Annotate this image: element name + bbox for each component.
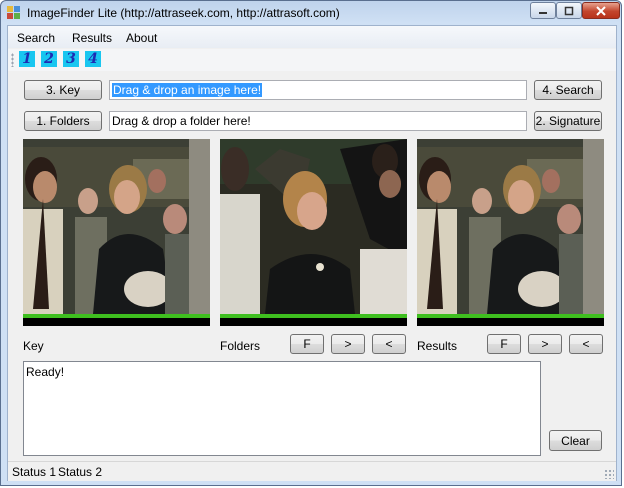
- key-label: Key: [23, 339, 44, 353]
- search-button[interactable]: 4. Search: [534, 80, 602, 100]
- status-1: Status 1: [12, 465, 57, 479]
- key-image-field[interactable]: Drag & drop an image here!: [109, 80, 527, 100]
- toolbar-button-1[interactable]: 1: [19, 51, 35, 67]
- window-title: ImageFinder Lite (http://attraseek.com, …: [27, 6, 340, 20]
- menu-search[interactable]: Search: [17, 31, 55, 45]
- menu-bar: Search Results About: [8, 26, 616, 48]
- folder-field-text: Drag & drop a folder here!: [112, 114, 251, 128]
- title-bar[interactable]: ImageFinder Lite (http://attraseek.com, …: [1, 1, 623, 25]
- results-next-button[interactable]: >: [528, 334, 562, 354]
- menu-about[interactable]: About: [126, 31, 157, 45]
- results-image: [417, 139, 604, 326]
- maximize-button[interactable]: [556, 2, 582, 19]
- client-area: Search Results About 1 2 3 4 3. Key Drag…: [7, 25, 617, 481]
- app-window: ImageFinder Lite (http://attraseek.com, …: [0, 0, 622, 486]
- log-text: Ready!: [26, 365, 65, 379]
- folders-image: [220, 139, 407, 326]
- folders-prev-button[interactable]: <: [372, 334, 406, 354]
- clear-button[interactable]: Clear: [549, 430, 602, 451]
- folders-first-button[interactable]: F: [290, 334, 324, 354]
- toolbar-grip-icon[interactable]: [11, 53, 14, 67]
- toolbar: 1 2 3 4: [8, 49, 616, 71]
- results-image-panel[interactable]: [417, 139, 604, 326]
- key-image-field-text: Drag & drop an image here!: [112, 83, 263, 97]
- folders-button[interactable]: 1. Folders: [24, 111, 102, 131]
- menu-results[interactable]: Results: [72, 31, 112, 45]
- status-2: Status 2: [58, 465, 103, 479]
- maximize-icon: [564, 6, 574, 15]
- results-prev-button[interactable]: <: [569, 334, 603, 354]
- key-image-panel[interactable]: [23, 139, 210, 326]
- results-label: Results: [417, 339, 458, 353]
- close-icon: [596, 5, 606, 16]
- folders-image-panel[interactable]: [220, 139, 407, 326]
- toolbar-button-2[interactable]: 2: [41, 51, 57, 67]
- toolbar-button-3[interactable]: 3: [63, 51, 79, 67]
- toolbar-button-4[interactable]: 4: [85, 51, 101, 67]
- folder-field[interactable]: Drag & drop a folder here!: [109, 111, 527, 131]
- key-image: [23, 139, 210, 326]
- status-bar: Status 1 Status 2: [8, 461, 616, 481]
- minimize-button[interactable]: [530, 2, 556, 19]
- close-button[interactable]: [582, 2, 620, 19]
- results-first-button[interactable]: F: [487, 334, 521, 354]
- folders-next-button[interactable]: >: [331, 334, 365, 354]
- signature-button[interactable]: 2. Signature: [534, 111, 602, 131]
- folders-label: Folders: [220, 339, 261, 353]
- key-button[interactable]: 3. Key: [24, 80, 102, 100]
- minimize-icon: [539, 11, 547, 14]
- app-icon: [7, 6, 20, 19]
- resize-grip-icon[interactable]: [604, 469, 614, 479]
- log-textbox[interactable]: Ready!: [23, 361, 541, 456]
